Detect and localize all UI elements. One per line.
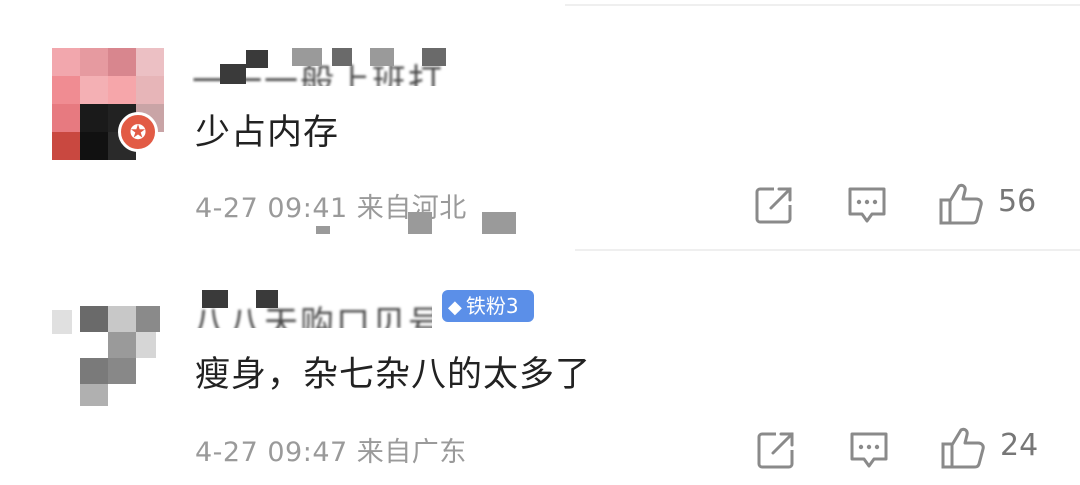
- comment-text: 瘦身，杂七杂八的太多了: [195, 355, 592, 395]
- like-count: 24: [1000, 428, 1039, 463]
- username[interactable]: 一一一般上班打: [192, 46, 522, 86]
- diamond-icon: ◆: [448, 297, 462, 318]
- share-icon[interactable]: [754, 185, 794, 229]
- comment-text: 少占内存: [195, 113, 340, 153]
- share-icon[interactable]: [756, 430, 796, 474]
- like-count: 56: [998, 184, 1037, 219]
- avatar[interactable]: ✪: [52, 48, 164, 160]
- username[interactable]: 八八天购口贝号: [192, 288, 432, 328]
- thumbs-up-icon[interactable]: [940, 426, 986, 474]
- fan-badge[interactable]: ◆ 铁粉3: [442, 290, 534, 322]
- comment-icon[interactable]: [846, 186, 888, 230]
- avatar[interactable]: [52, 298, 164, 410]
- comment-icon[interactable]: [848, 431, 890, 475]
- thumbs-up-icon[interactable]: [938, 182, 984, 230]
- comment-item: ✪ 一一一般上班打 少占内存 4-27 09:41 来自河北 56: [0, 0, 1080, 250]
- comment-item: 八八天购口贝号 ◆ 铁粉3 瘦身，杂七杂八的太多了 4-27 09:47 来自广东: [0, 250, 1080, 485]
- comment-actions: 24: [0, 426, 1080, 476]
- comment-actions: 56: [0, 180, 1080, 230]
- star-badge-icon: ✪: [118, 112, 158, 152]
